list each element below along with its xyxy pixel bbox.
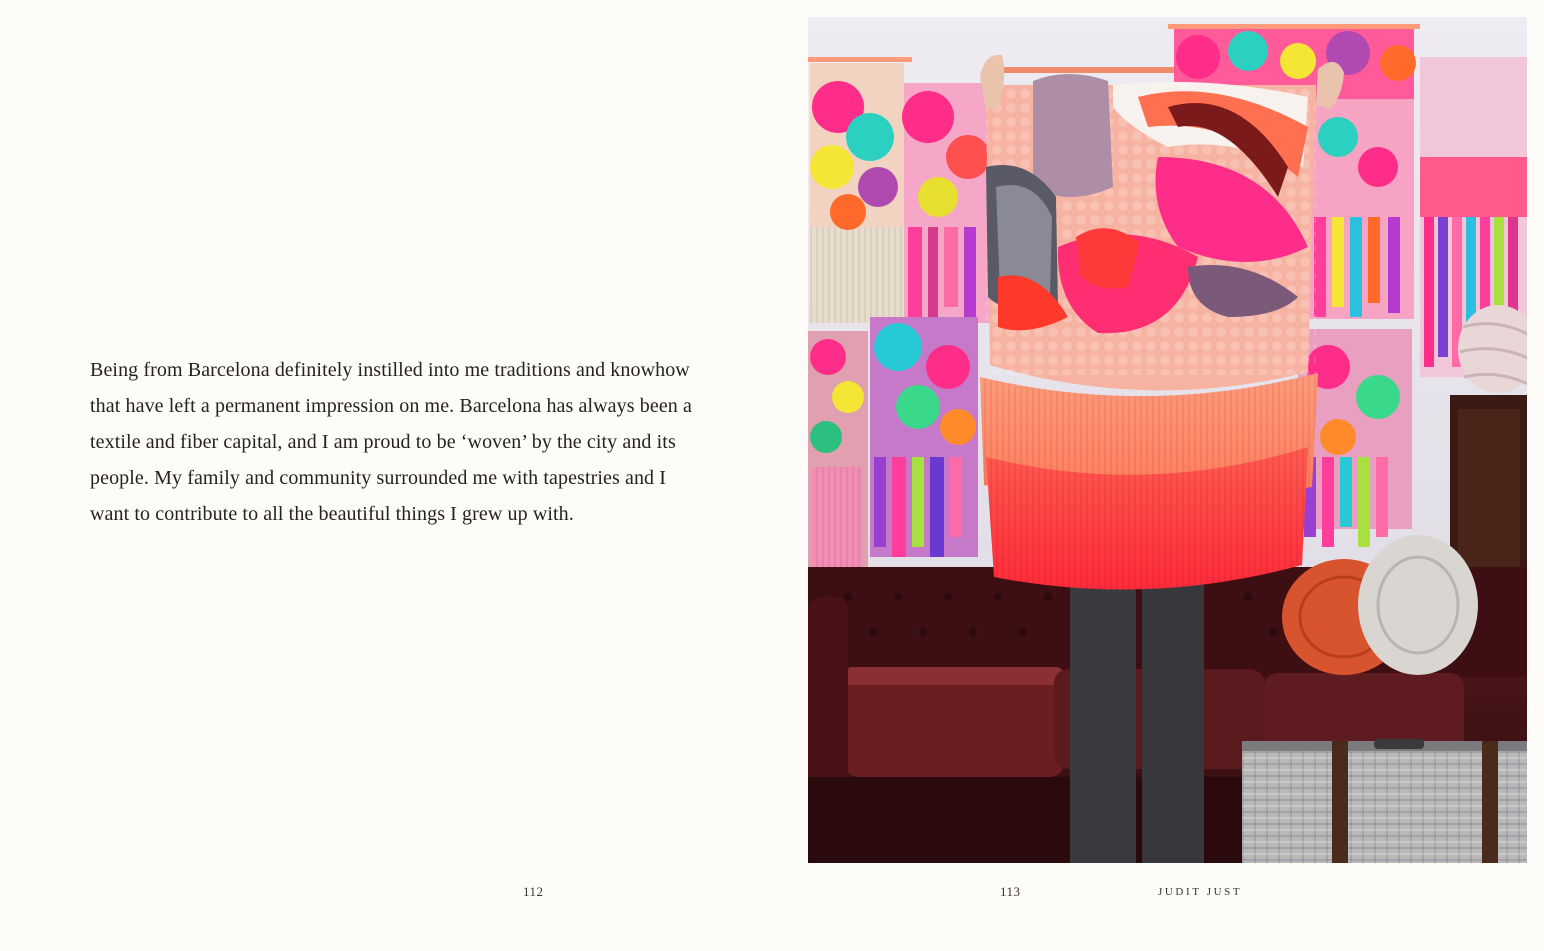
right-page: 113 JUDIT JUST [772,0,1544,951]
book-spread: Being from Barcelona definitely instille… [0,0,1544,951]
photo-illustration [808,17,1527,863]
page-number-left: 112 [523,884,544,899]
body-paragraph: Being from Barcelona definitely instille… [90,359,692,525]
left-page: Being from Barcelona definitely instille… [0,0,772,951]
page-number-right: 113 [1000,884,1021,899]
tapestry-photo [808,17,1527,863]
running-head-author: JUDIT JUST [1158,886,1243,898]
